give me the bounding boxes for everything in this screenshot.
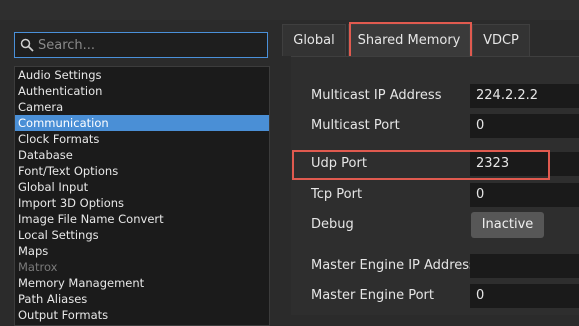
category-item[interactable]: Camera	[15, 99, 269, 115]
tcp-port-label: Tcp Port	[311, 187, 363, 202]
category-item: Matrox	[18, 260, 58, 274]
category-item[interactable]: Font/Text Options	[15, 163, 269, 179]
multicast-ip-label: Multicast IP Address	[311, 88, 442, 103]
category-item[interactable]: Database	[15, 147, 269, 163]
udp-port-field[interactable]: 2323	[470, 152, 579, 176]
category-item[interactable]: Path Aliases	[15, 291, 269, 307]
multicast-ip-field[interactable]: 224.2.2.2	[470, 84, 579, 108]
tcp-port-field[interactable]: 0	[470, 183, 579, 207]
master-engine-ip-field[interactable]	[470, 254, 579, 278]
category-item[interactable]: Global Input	[15, 179, 269, 195]
tab-shared-memory[interactable]: Shared Memory	[348, 24, 470, 56]
tab-global[interactable]: Global	[282, 24, 346, 56]
category-item[interactable]: Audio Settings	[15, 67, 269, 83]
category-item[interactable]: Output Formats	[15, 307, 269, 323]
top-bar	[0, 0, 579, 21]
category-list[interactable]: Audio Settings Authentication Camera Commun…	[14, 66, 270, 326]
debug-label: Debug	[311, 217, 354, 232]
master-engine-port-label: Master Engine Port	[311, 288, 434, 303]
master-engine-ip-label: Master Engine IP Address	[311, 258, 476, 273]
category-item[interactable]: Local Settings	[15, 227, 269, 243]
tab-vdcp[interactable]: VDCP	[472, 24, 530, 56]
category-item[interactable]: Image File Name Convert	[15, 211, 269, 227]
search-icon	[20, 38, 34, 52]
search-input[interactable]	[38, 35, 264, 55]
debug-toggle-button[interactable]: Inactive	[471, 212, 544, 238]
master-engine-port-field[interactable]: 0	[470, 284, 579, 308]
udp-port-label: Udp Port	[311, 156, 367, 171]
category-item[interactable]: Authentication	[15, 83, 269, 99]
category-item[interactable]: Clock Formats	[15, 131, 269, 147]
search-box[interactable]	[14, 32, 268, 58]
category-item[interactable]: Maps	[15, 243, 269, 259]
category-item[interactable]: Communication	[15, 115, 269, 131]
multicast-port-field[interactable]: 0	[470, 114, 579, 138]
category-item[interactable]: Memory Management	[15, 275, 269, 291]
category-item[interactable]: Import 3D Options	[15, 195, 269, 211]
multicast-port-label: Multicast Port	[311, 118, 400, 133]
